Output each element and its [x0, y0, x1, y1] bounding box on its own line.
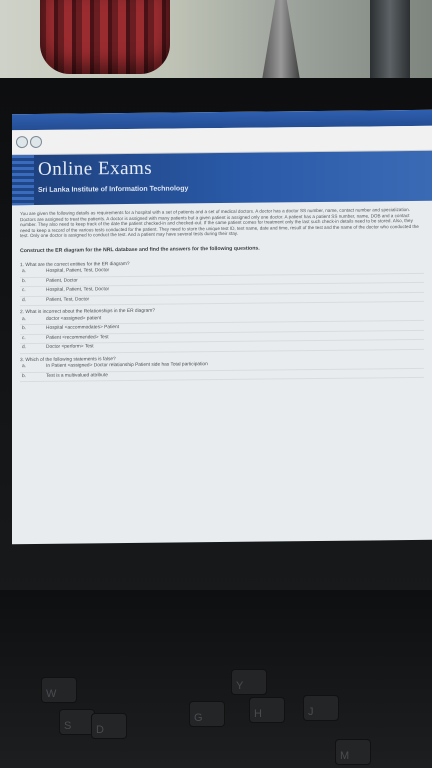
question-2: 2. What is incorrect about the Relations…	[20, 306, 424, 354]
logo-stripes	[12, 154, 34, 206]
keyboard-key[interactable]: W	[42, 678, 76, 702]
site-title: Online Exams	[38, 157, 153, 180]
keyboard-key[interactable]: J	[304, 696, 338, 720]
site-banner: Online Exams Sri Lanka Institute of Info…	[12, 150, 432, 206]
keyboard-key[interactable]: M	[336, 740, 370, 764]
laptop-screen: Online Exams Sri Lanka Institute of Info…	[12, 109, 432, 545]
option-text: In Patient <assigned> Doctor relationshi…	[46, 362, 208, 370]
scenario-text: You are given the following details as r…	[20, 207, 419, 239]
option-text: Patient, Test, Doctor	[46, 297, 90, 303]
exam-content: You are given the following details as r…	[12, 201, 432, 393]
keyboard-key[interactable]: Y	[232, 670, 266, 694]
option-letter: a.	[22, 364, 27, 370]
option-letter: b.	[22, 278, 27, 284]
option-text: Hospital <accommodates> Patient	[46, 325, 120, 332]
question-1: 1. What are the correct entities for the…	[20, 258, 424, 307]
option-text: Patient <recommended> Test	[46, 334, 109, 341]
option-letter: a.	[22, 316, 27, 322]
option-text: doctor <assigned> patient	[46, 316, 102, 322]
option-letter: a.	[22, 269, 27, 275]
background-bottle	[370, 0, 410, 82]
option-text: Test is a multivalued attribute	[46, 373, 108, 379]
question-3: 3. Which of the following statements is …	[20, 354, 424, 383]
option-letter: b.	[22, 326, 27, 332]
option-letter: c.	[22, 288, 26, 294]
keyboard-key[interactable]: D	[92, 714, 126, 738]
instruction-text: Construct the ER diagram for the NRL dat…	[20, 245, 260, 255]
option-text: Hospital, Patient, Test, Doctor	[46, 268, 110, 274]
option-letter: d.	[22, 297, 27, 303]
site-subtitle: Sri Lanka Institute of Information Techn…	[38, 185, 189, 194]
keyboard-key[interactable]: S	[60, 710, 94, 734]
keyboard-key[interactable]: G	[190, 702, 224, 726]
option-letter: c.	[22, 335, 26, 341]
forward-icon[interactable]	[30, 135, 42, 149]
option-text: Doctor <perform> Test	[46, 344, 94, 351]
keyboard-key[interactable]: H	[250, 698, 284, 722]
option-text: Patient, Doctor	[46, 278, 78, 284]
red-cylinder-object	[40, 0, 170, 74]
option-letter: b.	[22, 373, 27, 379]
back-icon[interactable]	[16, 136, 28, 149]
option-letter: d.	[22, 345, 27, 351]
option-text: Hospital, Patient, Test, Doctor	[46, 287, 110, 293]
laptop-keyboard: W S D G H J M Y	[0, 590, 432, 768]
